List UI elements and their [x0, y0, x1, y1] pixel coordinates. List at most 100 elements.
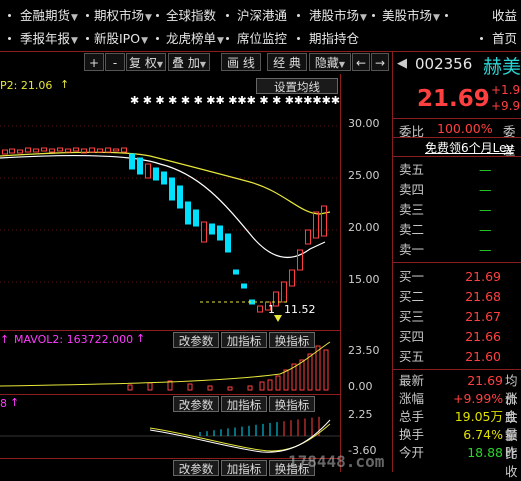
ma-line-white	[0, 154, 326, 258]
quote-panel: ◀ 002356 赫美 21.69 +1.9 +9.9 委比 100.00% 委…	[392, 52, 521, 479]
low-price-prefix: 1	[268, 303, 275, 316]
candle	[313, 211, 319, 239]
y-axis-line	[340, 74, 341, 472]
y-tick-15: 15.00	[348, 273, 380, 286]
menu-row-2: 季报年报▼ 新股IPO▼ 龙虎榜单▼ 席位监控 期指持仓 首页	[0, 27, 521, 51]
classic-button[interactable]: 经 典	[267, 53, 307, 71]
menu-item-global-index[interactable]: 全球指数	[166, 4, 216, 28]
candle	[17, 149, 23, 154]
volume-bar	[267, 379, 273, 391]
candle	[233, 269, 239, 275]
volume-bar	[275, 375, 281, 391]
candle	[209, 223, 215, 235]
buy-2-row: 买二 21.68	[399, 289, 501, 304]
y-tick-20: 20.00	[348, 221, 380, 234]
menu-item-reports[interactable]: 季报年报▼	[20, 27, 78, 51]
ma-p2-label: P2: 21.06	[0, 79, 53, 92]
menu-item-financial-futures[interactable]: 金融期货▼	[20, 4, 78, 28]
zoom-out-button[interactable]: -	[105, 53, 125, 71]
volume-bar	[127, 384, 133, 391]
candle	[241, 283, 247, 289]
macd-left-label: 8	[0, 397, 7, 410]
macd-change-params-button[interactable]: 改参数	[173, 396, 219, 412]
volume-bar	[283, 369, 289, 391]
candle	[97, 148, 103, 153]
candle	[89, 147, 95, 153]
menu-item-returns[interactable]: 收益	[492, 4, 517, 28]
scroll-left-button[interactable]: ←	[352, 53, 370, 71]
volume-y-tick-zero: 0.00	[348, 380, 373, 393]
menu-item-us-market[interactable]: 美股市场▼	[382, 4, 440, 28]
candle	[41, 147, 47, 152]
price-change-pct: +9.9	[491, 99, 521, 113]
weibi-value: 100.00%	[437, 121, 493, 136]
fuquan-button[interactable]: 复 权▼	[126, 53, 166, 71]
bottom-add-indicator-button[interactable]: 加指标	[221, 460, 267, 476]
y-tick-25: 25.00	[348, 169, 380, 182]
candle	[129, 153, 135, 170]
scroll-right-button[interactable]: →	[371, 53, 389, 71]
watermark: 178448.com	[288, 452, 385, 471]
menu-separator	[8, 37, 11, 40]
volume-bar	[259, 381, 265, 391]
menu-separator	[156, 37, 159, 40]
volume-bar	[227, 386, 233, 391]
stat-latest-row: 最新 21.69 均价	[399, 373, 518, 407]
draw-line-button[interactable]: 画 线	[221, 53, 261, 71]
promo-link[interactable]: 免费领6个月Lev	[425, 139, 514, 156]
macd-switch-indicator-button[interactable]: 换指标	[269, 396, 315, 412]
menu-item-connect[interactable]: 沪深港通	[237, 4, 287, 28]
sell-4-row: 卖四 —	[399, 182, 492, 197]
volume-y-tick-top: 23.50	[348, 344, 380, 357]
menu-item-index-futures-positions[interactable]: 期指持仓	[309, 27, 359, 51]
volume-change-params-button[interactable]: 改参数	[173, 332, 219, 348]
menu-item-home[interactable]: 首页	[492, 27, 517, 51]
menu-separator	[480, 37, 483, 40]
volume-bar	[187, 383, 193, 391]
candle	[113, 148, 119, 152]
overlay-button[interactable]: 叠 加▼	[168, 53, 210, 71]
volume-bar	[315, 345, 321, 391]
candle	[137, 157, 143, 175]
candle	[73, 147, 79, 152]
menu-item-hk-market[interactable]: 港股市场▼	[309, 4, 367, 28]
buy-3-row: 买三 21.67	[399, 309, 501, 324]
menu-item-dragon-tiger[interactable]: 龙虎榜单▼	[166, 27, 224, 51]
bottom-change-params-button[interactable]: 改参数	[173, 460, 219, 476]
stat-turnover-row: 换手 6.74% 量比	[399, 427, 518, 461]
ma-arrow-icon: ↑	[60, 78, 70, 91]
menu-item-ipo[interactable]: 新股IPO▼	[94, 27, 148, 51]
prev-stock-icon[interactable]: ◀	[397, 56, 407, 71]
candle	[121, 147, 127, 153]
last-price: 21.69	[417, 86, 490, 112]
volume-panel-border	[0, 330, 340, 331]
volume-switch-indicator-button[interactable]: 换指标	[269, 332, 315, 348]
hide-button[interactable]: 隐藏▼	[309, 53, 351, 71]
macd-y-tick-top: 2.25	[348, 408, 373, 421]
volume-add-indicator-button[interactable]: 加指标	[221, 332, 267, 348]
macd-add-indicator-button[interactable]: 加指标	[221, 396, 267, 412]
signal-stars: ✱ ✱ ✱ ✱ ✱ ✱ ✱✱ ✱✱✱ ✱ ✱ ✱✱✱✱✱✱	[130, 94, 341, 107]
menu-item-seat-monitor[interactable]: 席位监控	[237, 27, 287, 51]
candle	[297, 249, 303, 271]
candle	[161, 171, 167, 185]
mavol2-label: MAVOL2: 163722.000	[14, 333, 134, 346]
price-change: +1.9	[491, 83, 521, 97]
candle	[49, 148, 55, 153]
stat-change-row: 涨幅 +9.99% 涨跌	[399, 391, 518, 425]
volume-bar	[247, 385, 253, 391]
quote-divider	[393, 262, 521, 263]
menu-separator	[297, 37, 300, 40]
ma-settings-button[interactable]: 设置均线	[256, 78, 338, 94]
menu-separator	[86, 37, 89, 40]
menu-separator	[297, 14, 300, 17]
volume-bar	[323, 349, 329, 391]
menu-item-options-market[interactable]: 期权市场▼	[94, 4, 152, 28]
low-point-marker	[274, 315, 282, 322]
candle	[321, 205, 327, 237]
zoom-in-button[interactable]: +	[84, 53, 104, 71]
candle	[217, 225, 223, 241]
quote-divider	[393, 369, 521, 370]
candle	[305, 229, 311, 245]
menu-separator	[445, 14, 448, 17]
